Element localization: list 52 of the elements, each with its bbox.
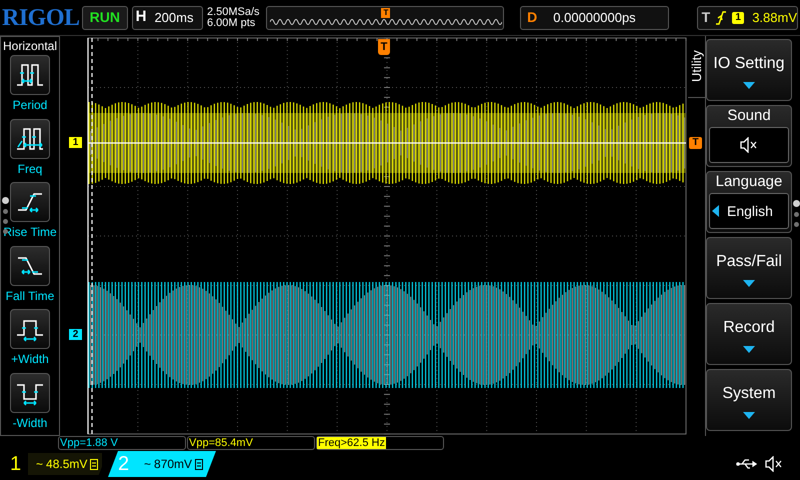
overview-trigger-marker: T — [381, 8, 390, 18]
measurement-value: Freq>62.5 Hz — [317, 437, 386, 449]
channel-tab[interactable]: 2 ~ 870mV — [108, 451, 216, 477]
menu-label: Sound — [727, 107, 771, 125]
coupling-symbol: ~ — [36, 456, 44, 473]
measurement-value: Vpp=85.4mV — [188, 437, 254, 449]
timebase-value: 200ms — [154, 8, 194, 27]
delay-value: 0.00000000ps — [553, 8, 636, 27]
channel-scale: 870mV — [154, 456, 192, 473]
channel-number: 2 — [118, 452, 130, 477]
menu-button[interactable]: Sound — [706, 105, 792, 167]
coupling-symbol: ~ — [144, 456, 152, 473]
trigger-source: 1 — [732, 12, 744, 24]
trigger-label: T — [702, 8, 710, 27]
menu-button[interactable]: IO Setting — [706, 39, 792, 101]
run-status[interactable]: RUN — [82, 6, 128, 30]
timebase-label: H — [136, 7, 146, 28]
delay-box[interactable]: D 0.00000000ps — [520, 6, 669, 30]
menu-title: Horizontal — [2, 38, 58, 54]
menu-label: Language — [716, 173, 782, 191]
left-triangle-icon — [712, 205, 719, 217]
trigger-level-marker: T — [689, 137, 702, 149]
menu-button[interactable]: Language English — [706, 171, 792, 233]
muted-speaker-icon — [739, 137, 759, 153]
channel-scale: 48.5mV — [46, 456, 88, 473]
channel-marker: 2 — [69, 329, 82, 340]
down-triangle-icon — [743, 346, 755, 352]
menu-button[interactable]: System — [706, 369, 792, 431]
bandwidth-limit-icon — [195, 458, 204, 470]
brand-logo: RIGOL — [2, 4, 78, 32]
channel-number: 1 — [10, 452, 22, 477]
sample-rate: 2.50MSa/s — [206, 6, 261, 18]
channel-marker: 1 — [69, 137, 82, 148]
trigger-box[interactable]: T 1 3.88mV — [696, 6, 798, 30]
trigger-position-marker: T — [378, 39, 390, 55]
value-box[interactable] — [709, 127, 789, 163]
measurement-value: Vpp=1.88 V — [59, 437, 119, 449]
value-box[interactable]: English — [709, 193, 789, 229]
down-triangle-icon — [743, 412, 755, 418]
menu-button[interactable]: Record — [706, 303, 792, 365]
trigger-level: 3.88mV — [752, 8, 797, 27]
menu-button[interactable]: Pass/Fail — [706, 237, 792, 299]
value-text: English — [727, 202, 773, 221]
rising-edge-icon — [716, 10, 726, 24]
usb-icon — [736, 458, 758, 470]
muted-speaker-icon — [764, 456, 784, 472]
delay-label: D — [527, 8, 538, 27]
down-triangle-icon — [743, 280, 755, 286]
bandwidth-limit-icon — [90, 458, 98, 470]
memory-depth: 6.00M pts — [206, 18, 256, 28]
timebase-box[interactable]: H 200ms — [132, 6, 203, 30]
down-triangle-icon — [743, 82, 755, 88]
